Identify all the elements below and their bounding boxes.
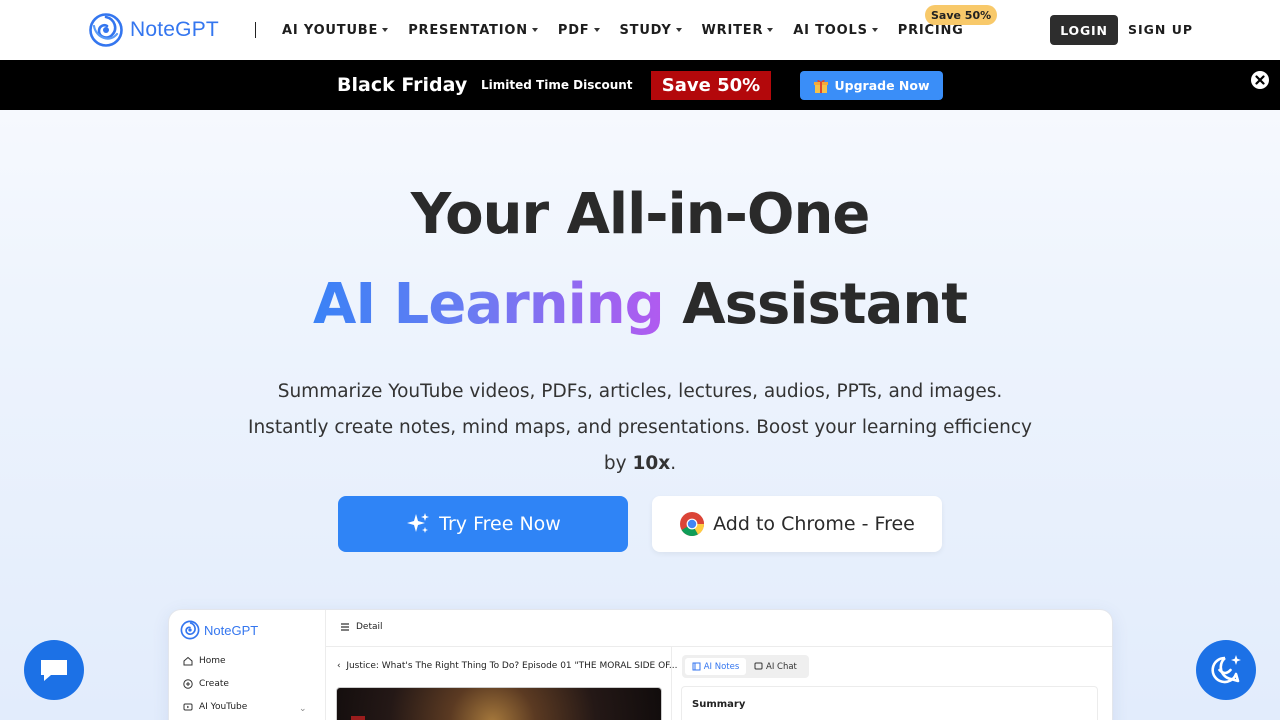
nav-item-label: PRESENTATION xyxy=(408,22,528,38)
chevron-down-icon[interactable]: ⌄ xyxy=(299,704,307,714)
nav-item-writer[interactable]: WRITER xyxy=(702,23,774,38)
preview-tabs: AI Notes AI Chat xyxy=(682,655,809,678)
notes-icon xyxy=(692,662,701,671)
preview-sidebar-item-create[interactable]: Create xyxy=(183,679,229,689)
chat-icon xyxy=(754,662,763,670)
sparkle-icon xyxy=(407,513,430,533)
preview-logo-text: NoteGPT xyxy=(204,622,259,638)
preview-sidebar: NoteGPT Home Create AI YouTube ⌄ xyxy=(169,610,326,720)
hero-description: Summarize YouTube videos, PDFs, articles… xyxy=(240,374,1040,482)
preview-video-thumbnail[interactable] xyxy=(336,687,662,720)
hero-title-highlight: AI Learning xyxy=(313,272,665,337)
brand-name: NoteGPT xyxy=(130,18,219,41)
hero-title-line-1: Your All-in-One xyxy=(410,182,871,247)
nav-item-label: STUDY xyxy=(619,22,672,38)
preview-sidebar-item-ai-youtube[interactable]: AI YouTube xyxy=(183,702,247,712)
preview-sidebar-label: Create xyxy=(199,679,229,689)
add-to-chrome-label: Add to Chrome - Free xyxy=(713,513,915,535)
main-menu: AI YOUTUBE PRESENTATION PDF STUDY WRITER… xyxy=(282,22,984,38)
signup-button[interactable]: SIGN UP xyxy=(1128,22,1193,37)
nav-item-label: PDF xyxy=(557,22,590,38)
plus-circle-icon xyxy=(183,679,193,689)
nav-item-label: WRITER xyxy=(701,22,764,38)
gift-icon xyxy=(814,79,829,93)
preview-video-title-text: Justice: What's The Right Thing To Do? E… xyxy=(346,661,678,671)
summary-panel: Summary xyxy=(681,686,1098,720)
tab-ai-notes[interactable]: AI Notes xyxy=(685,658,746,675)
menu-icon xyxy=(341,623,349,631)
nav-item-pdf[interactable]: PDF xyxy=(558,23,600,38)
black-friday-banner[interactable]: Black Friday Limited Time Discount Save … xyxy=(0,60,1280,110)
hero-description-end: . xyxy=(670,453,677,474)
login-button[interactable]: LOGIN xyxy=(1050,15,1118,45)
preview-sidebar-label: Home xyxy=(199,656,226,666)
ai-assistant-button[interactable] xyxy=(1196,640,1256,700)
preview-menu[interactable]: Detail xyxy=(340,622,383,632)
tab-label: AI Chat xyxy=(766,661,797,672)
try-free-now-button[interactable]: Try Free Now xyxy=(338,496,628,552)
preview-sidebar-label: AI YouTube xyxy=(199,702,248,712)
notegpt-logo-icon xyxy=(89,13,123,47)
chrome-icon xyxy=(680,512,705,537)
nav-divider xyxy=(255,22,256,38)
upgrade-now-label: Upgrade Now xyxy=(834,78,930,93)
caret-down-icon xyxy=(593,28,600,32)
top-navigation: NoteGPT AI YOUTUBE PRESENTATION PDF STUD… xyxy=(0,0,1280,60)
add-to-chrome-button[interactable]: Add to Chrome - Free xyxy=(652,496,942,552)
hero-description-bold: 10x xyxy=(632,453,671,474)
home-icon xyxy=(183,656,193,666)
promo-subtitle: Limited Time Discount xyxy=(481,78,633,92)
close-banner-button[interactable] xyxy=(1251,71,1269,89)
summary-heading: Summary xyxy=(692,699,746,710)
upgrade-now-button[interactable]: Upgrade Now xyxy=(800,71,943,100)
close-icon xyxy=(1255,75,1265,85)
ai-chat-sparkle-icon xyxy=(1211,655,1241,684)
try-free-now-label: Try Free Now xyxy=(439,513,561,535)
nav-item-presentation[interactable]: PRESENTATION xyxy=(408,23,538,38)
video-thumbnail-mark xyxy=(351,716,365,720)
preview-logo: NoteGPT xyxy=(180,620,258,640)
caret-down-icon xyxy=(767,28,774,32)
live-chat-button[interactable] xyxy=(24,640,84,700)
youtube-icon xyxy=(183,703,193,711)
preview-header: Detail xyxy=(326,610,1112,647)
preview-sidebar-item-home[interactable]: Home xyxy=(183,656,226,666)
caret-down-icon xyxy=(531,28,538,32)
chat-bubble-icon xyxy=(41,660,67,681)
preview-video-title[interactable]: ‹ Justice: What's The Right Thing To Do?… xyxy=(337,661,678,671)
hero-title-line-2: AI Learning Assistant xyxy=(0,272,1280,337)
nav-item-label: AI TOOLS xyxy=(793,22,868,38)
caret-down-icon xyxy=(871,28,878,32)
brand-logo[interactable]: NoteGPT xyxy=(88,13,219,47)
nav-item-study[interactable]: STUDY xyxy=(620,23,682,38)
app-preview: NoteGPT Home Create AI YouTube ⌄ Detail … xyxy=(169,610,1112,720)
preview-divider xyxy=(671,647,672,720)
hero-title-rest: Assistant xyxy=(682,272,968,337)
promo-save-badge: Save 50% xyxy=(651,71,771,100)
tab-ai-chat[interactable]: AI Chat xyxy=(754,658,797,675)
caret-down-icon xyxy=(382,28,389,32)
preview-header-title: Detail xyxy=(356,622,383,632)
promo-title: Black Friday xyxy=(337,74,468,96)
nav-item-ai-tools[interactable]: AI TOOLS xyxy=(793,22,878,38)
caret-down-icon xyxy=(675,28,682,32)
tab-label: AI Notes xyxy=(703,661,740,672)
pricing-save-badge: Save 50% xyxy=(925,5,998,25)
nav-item-ai-youtube[interactable]: AI YOUTUBE xyxy=(282,22,389,38)
nav-item-label: AI YOUTUBE xyxy=(282,22,379,38)
notegpt-logo-icon xyxy=(180,620,200,640)
